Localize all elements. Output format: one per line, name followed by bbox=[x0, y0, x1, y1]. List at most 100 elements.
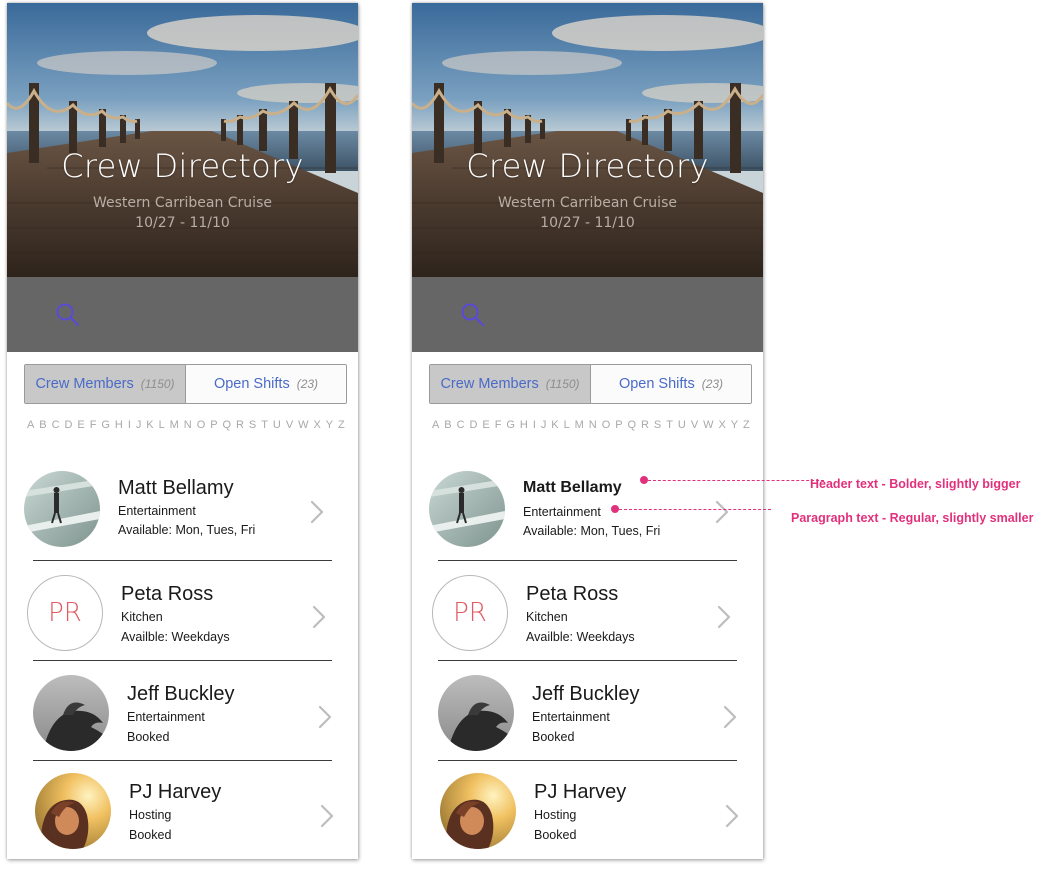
avatar bbox=[35, 773, 111, 849]
tab-crew-members[interactable]: Crew Members (1150) bbox=[430, 365, 591, 403]
alphabet-letter[interactable]: O bbox=[197, 419, 206, 433]
list-item[interactable]: Jeff Buckley Entertainment Booked bbox=[7, 661, 358, 761]
avatar bbox=[438, 675, 514, 751]
list-item[interactable]: PJ Harvey Hosting Booked bbox=[412, 761, 763, 859]
list-item[interactable]: PR Peta Ross Kitchen Availble: Weekdays bbox=[7, 561, 358, 661]
search-icon[interactable] bbox=[460, 302, 486, 328]
alphabet-index: ABCDEFGHIJKLMNOPQRSTUVWXYZ bbox=[27, 419, 345, 433]
alphabet-letter[interactable]: R bbox=[236, 419, 244, 433]
member-department: Entertainment bbox=[118, 504, 196, 518]
member-name: Jeff Buckley bbox=[532, 683, 640, 705]
alphabet-letter[interactable]: Q bbox=[628, 419, 637, 433]
alphabet-letter[interactable]: M bbox=[170, 419, 179, 433]
alphabet-letter[interactable]: V bbox=[691, 419, 698, 433]
alphabet-letter[interactable]: X bbox=[313, 419, 320, 433]
member-availability: Availble: Weekdays bbox=[121, 630, 230, 644]
chevron-right-icon bbox=[715, 500, 729, 524]
chevron-right-icon bbox=[312, 605, 326, 629]
alphabet-letter[interactable]: O bbox=[602, 419, 611, 433]
member-photo bbox=[429, 471, 505, 547]
annotation-leader-header bbox=[648, 480, 824, 481]
pier-photo bbox=[412, 3, 763, 277]
directory-tabs: Crew Members (1150) Open Shifts (23) bbox=[429, 364, 752, 404]
search-icon[interactable] bbox=[55, 302, 81, 328]
alphabet-letter[interactable]: P bbox=[210, 419, 217, 433]
annotation-leader-paragraph bbox=[619, 509, 771, 510]
alphabet-letter[interactable]: S bbox=[654, 419, 661, 433]
alphabet-letter[interactable]: W bbox=[703, 419, 713, 433]
alphabet-letter[interactable]: W bbox=[298, 419, 308, 433]
alphabet-letter[interactable]: J bbox=[136, 419, 142, 433]
member-availability: Available: Mon, Tues, Fri bbox=[523, 524, 661, 538]
alphabet-letter[interactable]: J bbox=[541, 419, 547, 433]
avatar: PR bbox=[432, 575, 508, 651]
alphabet-letter[interactable]: L bbox=[159, 419, 165, 433]
alphabet-letter[interactable]: D bbox=[470, 419, 478, 433]
member-name: Peta Ross bbox=[526, 583, 619, 605]
avatar: PR bbox=[27, 575, 103, 651]
annotation-dot-header bbox=[640, 476, 648, 484]
alphabet-letter[interactable]: S bbox=[249, 419, 256, 433]
alphabet-letter[interactable]: R bbox=[641, 419, 649, 433]
alphabet-letter[interactable]: C bbox=[457, 419, 465, 433]
alphabet-letter[interactable]: H bbox=[520, 419, 528, 433]
search-bar[interactable] bbox=[412, 277, 763, 352]
list-item[interactable]: Matt Bellamy Entertainment Available: Mo… bbox=[7, 459, 358, 559]
tab-crew-members[interactable]: Crew Members (1150) bbox=[25, 365, 186, 403]
member-department: Entertainment bbox=[127, 710, 205, 724]
alphabet-letter[interactable]: U bbox=[678, 419, 686, 433]
alphabet-letter[interactable]: E bbox=[77, 419, 84, 433]
alphabet-letter[interactable]: I bbox=[128, 419, 131, 433]
alphabet-letter[interactable]: G bbox=[506, 419, 515, 433]
alphabet-letter[interactable]: B bbox=[444, 419, 451, 433]
alphabet-letter[interactable]: F bbox=[495, 419, 502, 433]
alphabet-letter[interactable]: Z bbox=[338, 419, 345, 433]
alphabet-letter[interactable]: Q bbox=[223, 419, 232, 433]
annotation-header-text: Header text - Bolder, slightly bigger bbox=[810, 477, 1021, 491]
tab-count: (1150) bbox=[140, 377, 175, 391]
list-item[interactable]: PR Peta Ross Kitchen Availble: Weekdays bbox=[412, 561, 763, 661]
alphabet-letter[interactable]: Y bbox=[326, 419, 333, 433]
alphabet-letter[interactable]: C bbox=[52, 419, 60, 433]
alphabet-letter[interactable]: H bbox=[115, 419, 123, 433]
alphabet-letter[interactable]: K bbox=[146, 419, 153, 433]
member-photo bbox=[440, 773, 516, 849]
alphabet-letter[interactable]: I bbox=[533, 419, 536, 433]
alphabet-letter[interactable]: T bbox=[261, 419, 268, 433]
member-department: Entertainment bbox=[532, 710, 610, 724]
member-department: Kitchen bbox=[526, 610, 568, 624]
alphabet-letter[interactable]: U bbox=[273, 419, 281, 433]
alphabet-letter[interactable]: X bbox=[718, 419, 725, 433]
cruise-dates: 10/27 - 11/10 bbox=[540, 215, 635, 231]
cruise-dates: 10/27 - 11/10 bbox=[135, 215, 230, 231]
alphabet-letter[interactable]: K bbox=[551, 419, 558, 433]
member-availability: Availble: Weekdays bbox=[526, 630, 635, 644]
tab-open-shifts[interactable]: Open Shifts (23) bbox=[591, 365, 751, 403]
alphabet-letter[interactable]: V bbox=[286, 419, 293, 433]
alphabet-letter[interactable]: T bbox=[666, 419, 673, 433]
alphabet-letter[interactable]: L bbox=[564, 419, 570, 433]
list-item[interactable]: PJ Harvey Hosting Booked bbox=[7, 761, 358, 859]
member-photo bbox=[35, 773, 111, 849]
alphabet-letter[interactable]: A bbox=[432, 419, 439, 433]
alphabet-letter[interactable]: N bbox=[589, 419, 597, 433]
alphabet-letter[interactable]: Y bbox=[731, 419, 738, 433]
member-department: Entertainment bbox=[523, 505, 601, 519]
alphabet-letter[interactable]: D bbox=[65, 419, 73, 433]
tab-open-shifts[interactable]: Open Shifts (23) bbox=[186, 365, 346, 403]
alphabet-letter[interactable]: A bbox=[27, 419, 34, 433]
alphabet-letter[interactable]: M bbox=[575, 419, 584, 433]
alphabet-letter[interactable]: E bbox=[482, 419, 489, 433]
member-name: PJ Harvey bbox=[534, 781, 627, 803]
alphabet-letter[interactable]: G bbox=[101, 419, 110, 433]
search-bar[interactable] bbox=[7, 277, 358, 352]
list-item[interactable]: Jeff Buckley Entertainment Booked bbox=[412, 661, 763, 761]
alphabet-letter[interactable]: B bbox=[39, 419, 46, 433]
pier-photo bbox=[7, 3, 358, 277]
alphabet-letter[interactable]: P bbox=[615, 419, 622, 433]
alphabet-letter[interactable]: Z bbox=[743, 419, 750, 433]
member-department: Hosting bbox=[129, 808, 172, 822]
alphabet-letter[interactable]: F bbox=[90, 419, 97, 433]
alphabet-index: ABCDEFGHIJKLMNOPQRSTUVWXYZ bbox=[432, 419, 750, 433]
alphabet-letter[interactable]: N bbox=[184, 419, 192, 433]
